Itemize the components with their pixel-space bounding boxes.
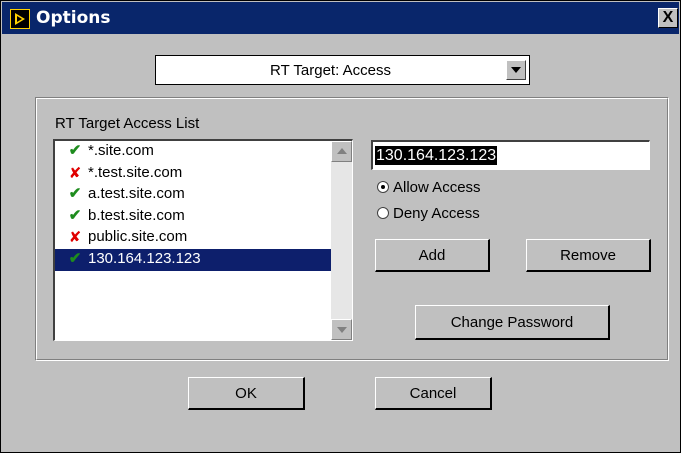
scroll-down-icon[interactable] [331,319,352,340]
window-title: Options [36,8,111,28]
list-item[interactable]: ✘ public.site.com [55,227,331,249]
list-item[interactable]: ✔ 130.164.123.123 [55,248,331,271]
checkmark-icon: ✔ [68,249,82,267]
checkmark-icon: ✔ [68,185,82,202]
remove-button[interactable]: Remove [526,239,651,272]
access-list[interactable]: ✔ *.site.com ✘ *.test.site.com ✔ a.test.site.… [53,139,353,341]
list-item-label: 130.164.123.123 [88,249,201,267]
radio-unselected-icon [377,207,389,219]
list-item-label: *.test.site.com [88,163,183,181]
ok-button[interactable]: OK [188,377,305,410]
list-item-label: public.site.com [88,228,188,245]
cross-icon: ✘ [68,163,82,182]
list-item-label: a.test.site.com [88,185,185,202]
list-item-label: *.site.com [88,142,154,159]
remove-button-label: Remove [560,247,616,264]
close-button[interactable]: X [658,8,678,28]
list-item[interactable]: ✔ a.test.site.com [55,184,331,206]
add-button[interactable]: Add [375,239,490,272]
change-password-button[interactable]: Change Password [415,305,610,340]
access-list-label: RT Target Access List [55,115,200,132]
radio-selected-icon [377,181,389,193]
allow-access-label: Allow Access [393,179,481,196]
list-item[interactable]: ✔ *.site.com [55,141,331,163]
labview-icon [10,9,30,29]
list-item[interactable]: ✘ *.test.site.com [55,163,331,185]
title-bar: Options X [2,2,679,34]
checkmark-icon: ✔ [68,206,82,224]
cancel-button-label: Cancel [409,385,457,402]
add-button-label: Add [418,247,446,264]
deny-access-label: Deny Access [393,205,480,222]
address-input[interactable]: 130.164.123.123 [371,140,650,170]
address-input-value: 130.164.123.123 [375,146,498,165]
cancel-button[interactable]: Cancel [375,377,492,410]
category-select-value: RT Target: Access [270,62,391,79]
close-icon: X [662,9,674,26]
list-item[interactable]: ✔ b.test.site.com [55,206,331,228]
change-password-label: Change Password [450,314,574,331]
list-scrollbar[interactable] [331,141,352,340]
ok-button-label: OK [235,385,257,402]
category-select[interactable]: RT Target: Access [155,55,530,85]
chevron-down-icon[interactable] [506,60,526,80]
scroll-up-icon[interactable] [331,141,352,162]
checkmark-icon: ✔ [68,142,82,159]
cross-icon: ✘ [68,228,82,246]
list-item-label: b.test.site.com [88,206,185,224]
